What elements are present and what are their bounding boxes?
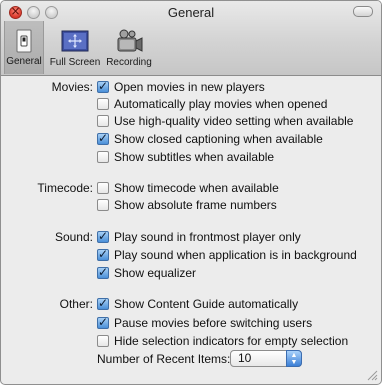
toolbar-toggle-button[interactable]: [353, 6, 373, 17]
checkbox-subtitles[interactable]: [97, 151, 109, 163]
full-screen-icon: [61, 29, 89, 55]
checkbox-label: Use high-quality video setting when avai…: [114, 114, 354, 128]
checkbox-absolute-frame-numbers[interactable]: [97, 199, 109, 211]
resize-grip-icon[interactable]: [367, 370, 378, 381]
other-group-label: Other:: [59, 297, 93, 311]
sound-group-label: Sound:: [54, 230, 93, 244]
checkbox-autoplay-movies[interactable]: [97, 98, 109, 110]
checkbox-label: Pause movies before switching users: [114, 316, 313, 330]
checkbox-label: Show subtitles when available: [114, 150, 275, 164]
checkbox-label: Hide selection indicators for empty sele…: [114, 334, 349, 348]
window-title: General: [167, 5, 215, 20]
checkbox-sound-in-background[interactable]: [97, 246, 109, 262]
checkbox-label: Show timecode when available: [114, 181, 279, 195]
checkbox-label: Automatically play movies when opened: [114, 97, 328, 111]
popup-arrows-icon: ▲ ▼: [286, 350, 302, 367]
checkbox-label: Show Content Guide automatically: [114, 297, 299, 311]
timecode-group-label: Timecode:: [37, 181, 93, 195]
checkbox-label: Show absolute frame numbers: [114, 198, 277, 212]
checkbox-pause-movies[interactable]: [97, 314, 109, 330]
video-camera-icon: [115, 29, 143, 55]
preferences-window: General General: [0, 0, 382, 385]
toolbar-recording-label: Recording: [106, 57, 152, 68]
checkbox-label: Play sound when application is in backgr…: [114, 248, 357, 262]
light-switch-icon: [10, 28, 38, 54]
movies-group-label: Movies:: [51, 80, 93, 94]
toolbar-full-screen-label: Full Screen: [49, 57, 101, 68]
checkbox-sound-frontmost-only[interactable]: [97, 228, 109, 244]
recent-items-value: 10: [238, 351, 252, 365]
checkbox-label: Show equalizer: [114, 266, 197, 280]
title-bar: General General: [1, 1, 381, 76]
checkbox-label: Show closed captioning when available: [114, 132, 323, 146]
toolbar-general-tab[interactable]: General: [4, 21, 44, 74]
checkbox-label: Play sound in frontmost player only: [114, 230, 301, 244]
recent-items-popup[interactable]: 10 ▲ ▼: [230, 350, 302, 367]
recent-items-label: Number of Recent Items:: [97, 352, 231, 366]
toolbar-full-screen-tab[interactable]: Full Screen: [49, 25, 101, 69]
toolbar-general-label: General: [6, 56, 42, 67]
checkbox-show-timecode[interactable]: [97, 182, 109, 194]
checkbox-high-quality-video[interactable]: [97, 115, 109, 127]
checkbox-open-movies-new-players[interactable]: [97, 78, 109, 94]
toolbar-recording-tab[interactable]: Recording: [104, 25, 154, 69]
checkbox-closed-captioning[interactable]: [97, 130, 109, 146]
checkbox-hide-selection-indicators[interactable]: [97, 335, 109, 347]
checkbox-content-guide[interactable]: [97, 295, 109, 311]
checkbox-label: Open movies in new players: [114, 80, 265, 94]
general-preferences-pane: Movies: Open movies in new players Autom…: [1, 76, 381, 384]
checkbox-show-equalizer[interactable]: [97, 264, 109, 280]
